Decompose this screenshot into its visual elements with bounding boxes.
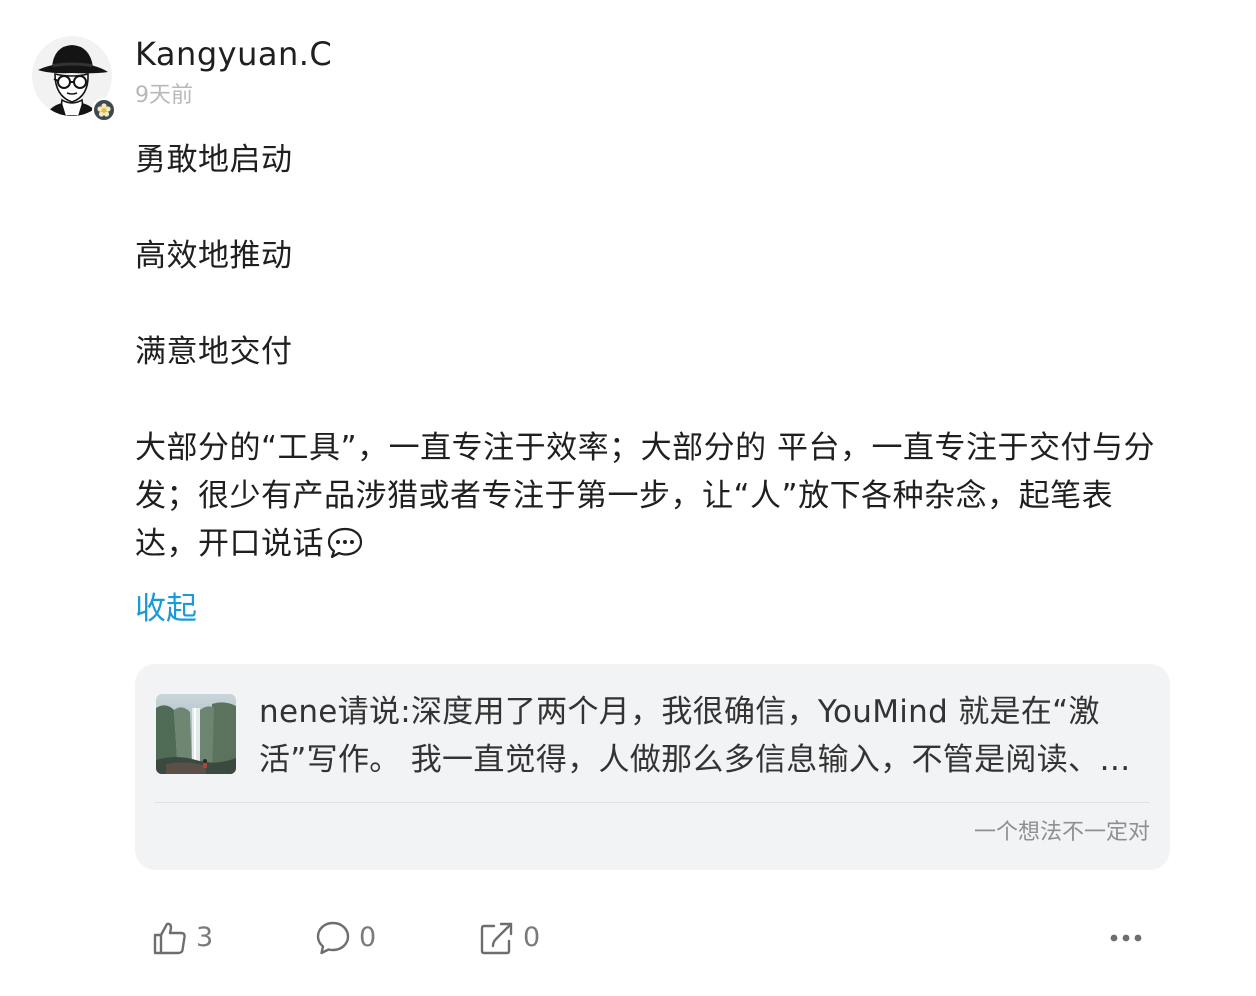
post-paragraph: 勇敢地启动 — [135, 142, 293, 178]
quoted-post-card[interactable]: nene请说:深度用了两个月，我很确信，YouMind 就是在“激活”写作。 我… — [135, 664, 1170, 870]
post-paragraph: 高效地推动 — [135, 238, 293, 274]
collapse-link[interactable]: 收起 — [135, 587, 197, 631]
share-count: 0 — [523, 922, 541, 953]
more-dots-icon — [1106, 920, 1146, 956]
author-name[interactable]: Kangyuan.C — [135, 34, 332, 74]
like-button[interactable]: 3 — [152, 914, 213, 962]
speech-bubble-icon — [326, 526, 364, 574]
post-paragraph-wrap: 大部分的“工具”，一直专注于效率；大部分的 平台，一直专注于交付与分发；很少有产… — [135, 424, 1175, 574]
flower-badge-icon — [92, 98, 116, 122]
quoted-post-source[interactable]: 一个想法不一定对 — [974, 818, 1150, 848]
thumbs-up-icon — [152, 920, 188, 956]
comment-bubble-icon — [315, 920, 351, 956]
like-count: 3 — [196, 922, 214, 953]
post-paragraph: 满意地交付 — [135, 334, 293, 370]
post-timestamp: 9天前 — [135, 83, 193, 108]
comment-count: 0 — [359, 922, 377, 953]
quote-divider — [155, 802, 1150, 803]
share-icon — [479, 920, 515, 956]
more-options-button[interactable] — [1106, 920, 1146, 956]
waterfall-thumbnail — [156, 694, 236, 774]
comment-button[interactable]: 0 — [315, 914, 376, 962]
author-avatar[interactable] — [32, 36, 118, 122]
post-paragraph: 大部分的“工具”，一直专注于效率；大部分的 平台，一直专注于交付与分发；很少有产… — [135, 430, 1155, 562]
quoted-post-text: nene请说:深度用了两个月，我很确信，YouMind 就是在“激活”写作。 我… — [259, 694, 1131, 778]
share-button[interactable]: 0 — [479, 914, 540, 962]
post-content: 勇敢地启动 高效地推动 满意地交付 大部分的“工具”，一直专注于效率；大部分的 … — [135, 136, 1175, 574]
